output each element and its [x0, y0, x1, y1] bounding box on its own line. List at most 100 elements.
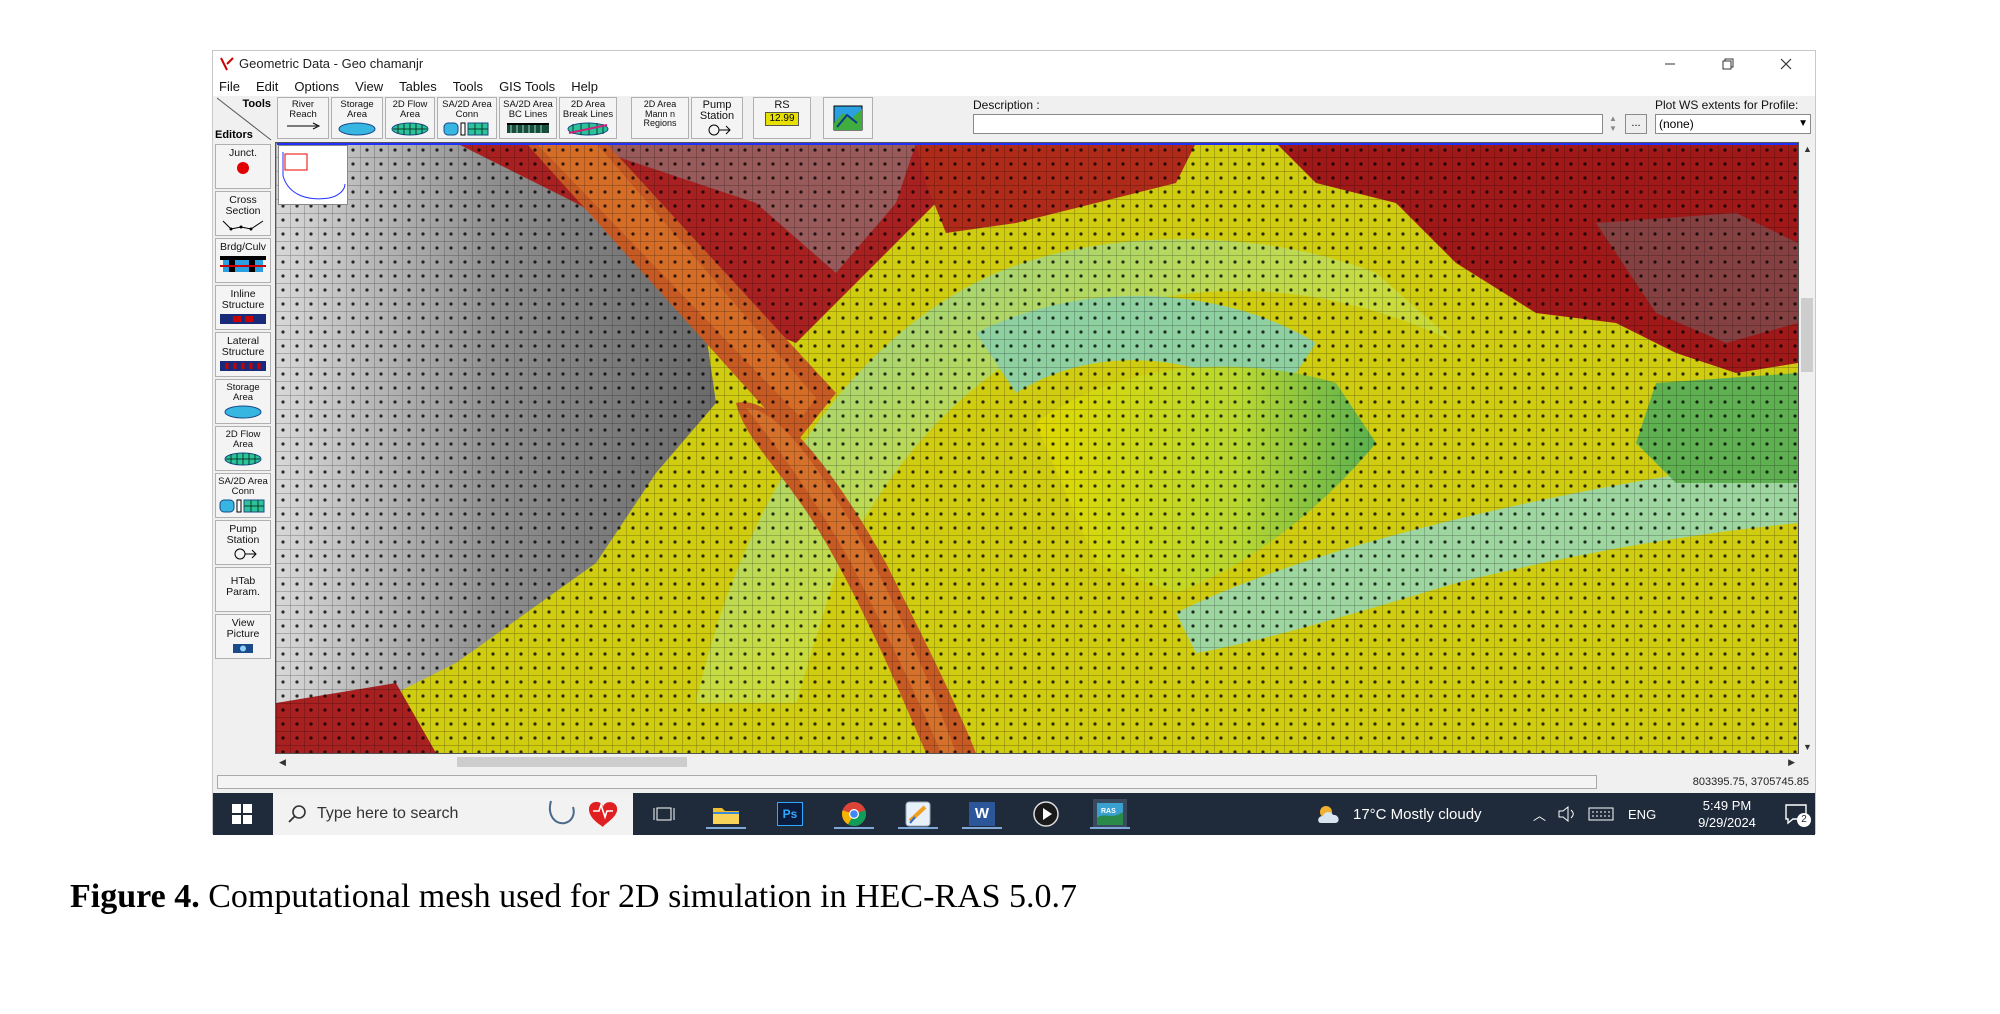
cursor-coordinates: 803395.75, 3705745.85: [1692, 776, 1809, 788]
search-placeholder: Type here to search: [317, 805, 459, 822]
lateral-structure-editor-button[interactable]: Lateral Structure: [215, 332, 271, 377]
paint-icon[interactable]: [898, 799, 938, 829]
active-indicator: [962, 827, 1002, 829]
horizontal-scrollbar[interactable]: ◀ ▶: [275, 754, 1799, 770]
overview-minimap[interactable]: [278, 145, 348, 205]
weather-widget[interactable]: 17°C Mostly cloudy: [1315, 793, 1482, 835]
notification-count-badge: 2: [1797, 813, 1811, 827]
figure-caption-text: Computational mesh used for 2D simulatio…: [199, 878, 1078, 915]
title-bar: Geometric Data - Geo chamanjr: [213, 51, 1815, 76]
editors-label: Editors: [215, 129, 253, 141]
svg-text:RAS: RAS: [1101, 808, 1116, 815]
vertical-scrollbar[interactable]: ▲ ▼: [1799, 142, 1815, 754]
mesh-icon: [391, 122, 429, 136]
red-dot-icon: [237, 162, 249, 174]
windows-taskbar: Type here to search Ps W RAS 17°C Mostly…: [213, 793, 1815, 835]
spin-icon[interactable]: ▲ ▼: [1605, 114, 1621, 134]
menu-bar: File Edit Options View Tables Tools GIS …: [213, 76, 1815, 96]
chrome-icon[interactable]: [834, 799, 874, 829]
2d-flow-area-editor-button[interactable]: 2D Flow Area: [215, 426, 271, 471]
menu-tools[interactable]: Tools: [453, 79, 483, 94]
sa-2d-area-conn-editor-button[interactable]: SA/2D Area Conn: [215, 473, 271, 518]
cross-section-editor-button[interactable]: Cross Section: [215, 191, 271, 236]
task-view-icon[interactable]: [647, 799, 681, 829]
figure-caption: Figure 4. Computational mesh used for 2D…: [70, 878, 1077, 916]
notification-center-icon[interactable]: 2: [1779, 799, 1813, 829]
inline-structure-editor-button[interactable]: Inline Structure: [215, 285, 271, 330]
windows-start-icon[interactable]: [213, 793, 271, 835]
file-explorer-icon[interactable]: [706, 799, 746, 829]
minimize-icon[interactable]: [1641, 51, 1699, 76]
camera-icon: [233, 644, 253, 653]
menu-options[interactable]: Options: [294, 79, 339, 94]
hec-ras-screenshot: Geometric Data - Geo chamanjr File Edit …: [212, 50, 1816, 835]
menu-help[interactable]: Help: [571, 79, 598, 94]
hec-ras-icon[interactable]: RAS: [1090, 799, 1130, 829]
storage-area-button[interactable]: Storage Area: [331, 97, 383, 139]
clock-time: 5:49 PM: [1702, 798, 1752, 813]
active-indicator: [706, 827, 746, 829]
horizontal-scroll-thumb[interactable]: [457, 757, 687, 767]
sa-2d-area-conn-button[interactable]: SA/2D Area Conn: [437, 97, 497, 139]
window-title: Geometric Data - Geo chamanjr: [239, 56, 424, 71]
photoshop-icon[interactable]: Ps: [773, 799, 807, 829]
arrow-icon: [287, 122, 321, 130]
river-reach-button[interactable]: River Reach: [277, 97, 329, 139]
scroll-down-icon[interactable]: ▼: [1803, 742, 1812, 752]
restore-icon[interactable]: [1699, 51, 1757, 76]
plot-profile-select[interactable]: (none) ▼: [1655, 114, 1811, 134]
system-tray: ︿ ENG: [1533, 793, 1656, 835]
2d-flow-area-button[interactable]: 2D Flow Area: [385, 97, 435, 139]
status-bar: 803395.75, 3705745.85: [213, 773, 1815, 791]
inline-structure-icon: [220, 314, 266, 324]
sa-2d-area-bc-lines-button[interactable]: SA/2D Area BC Lines: [499, 97, 557, 139]
weather-text: 17°C Mostly cloudy: [1353, 805, 1482, 823]
menu-gis-tools[interactable]: GIS Tools: [499, 79, 555, 94]
connection-icon: [219, 499, 265, 513]
word-icon[interactable]: W: [962, 799, 1002, 829]
dropdown-arrow-icon: ▼: [1798, 118, 1808, 129]
bridge-culvert-editor-button[interactable]: Brdg/Culv: [215, 238, 271, 283]
active-indicator: [834, 827, 874, 829]
scroll-left-icon[interactable]: ◀: [279, 757, 286, 768]
bc-lines-icon: [507, 123, 549, 133]
keyboard-icon[interactable]: [1588, 806, 1614, 822]
view-picture-editor-button[interactable]: View Picture: [215, 614, 271, 659]
2d-area-mann-n-regions-button[interactable]: 2D Area Mann n Regions: [631, 97, 689, 139]
scroll-up-icon[interactable]: ▲: [1803, 144, 1812, 154]
health-heart-icon: [549, 800, 618, 827]
vertical-scroll-thumb[interactable]: [1801, 298, 1813, 372]
background-map-button[interactable]: [823, 97, 873, 139]
geometry-map-view[interactable]: [275, 142, 1799, 754]
2d-area-break-lines-button[interactable]: 2D Area Break Lines: [559, 97, 617, 139]
media-player-icon[interactable]: [1029, 799, 1063, 829]
taskbar-clock[interactable]: 5:49 PM 9/29/2024: [1681, 797, 1773, 831]
status-field: [217, 775, 1597, 789]
active-indicator: [898, 827, 938, 829]
volume-icon[interactable]: [1558, 806, 1576, 822]
tray-chevron-up-icon[interactable]: ︿: [1533, 805, 1546, 824]
scroll-right-icon[interactable]: ▶: [1788, 757, 1795, 768]
storage-area-icon: [338, 122, 376, 136]
pump-station-editor-button[interactable]: Pump Station: [215, 520, 271, 565]
menu-edit[interactable]: Edit: [256, 79, 278, 94]
pump-station-button[interactable]: Pump Station: [691, 97, 743, 139]
app-logo-icon: [217, 54, 237, 74]
lateral-structure-icon: [220, 361, 266, 371]
river-station-button[interactable]: RS 12.99: [753, 97, 811, 139]
tools-label: Tools: [242, 98, 271, 110]
description-input[interactable]: [973, 114, 1603, 134]
junction-editor-button[interactable]: Junct.: [215, 144, 271, 189]
plot-ws-label: Plot WS extents for Profile:: [1655, 98, 1799, 112]
description-ellipsis-button[interactable]: ...: [1625, 114, 1647, 134]
menu-file[interactable]: File: [219, 79, 240, 94]
input-language[interactable]: ENG: [1628, 807, 1656, 822]
menu-tables[interactable]: Tables: [399, 79, 437, 94]
taskbar-search-box[interactable]: Type here to search: [273, 793, 633, 835]
storage-area-editor-button[interactable]: Storage Area: [215, 379, 271, 424]
connection-icon: [443, 122, 489, 136]
menu-view[interactable]: View: [355, 79, 383, 94]
close-icon[interactable]: [1757, 51, 1815, 76]
terrain-mesh-map: [276, 143, 1798, 753]
htab-param-editor-button[interactable]: HTab Param.: [215, 567, 271, 612]
